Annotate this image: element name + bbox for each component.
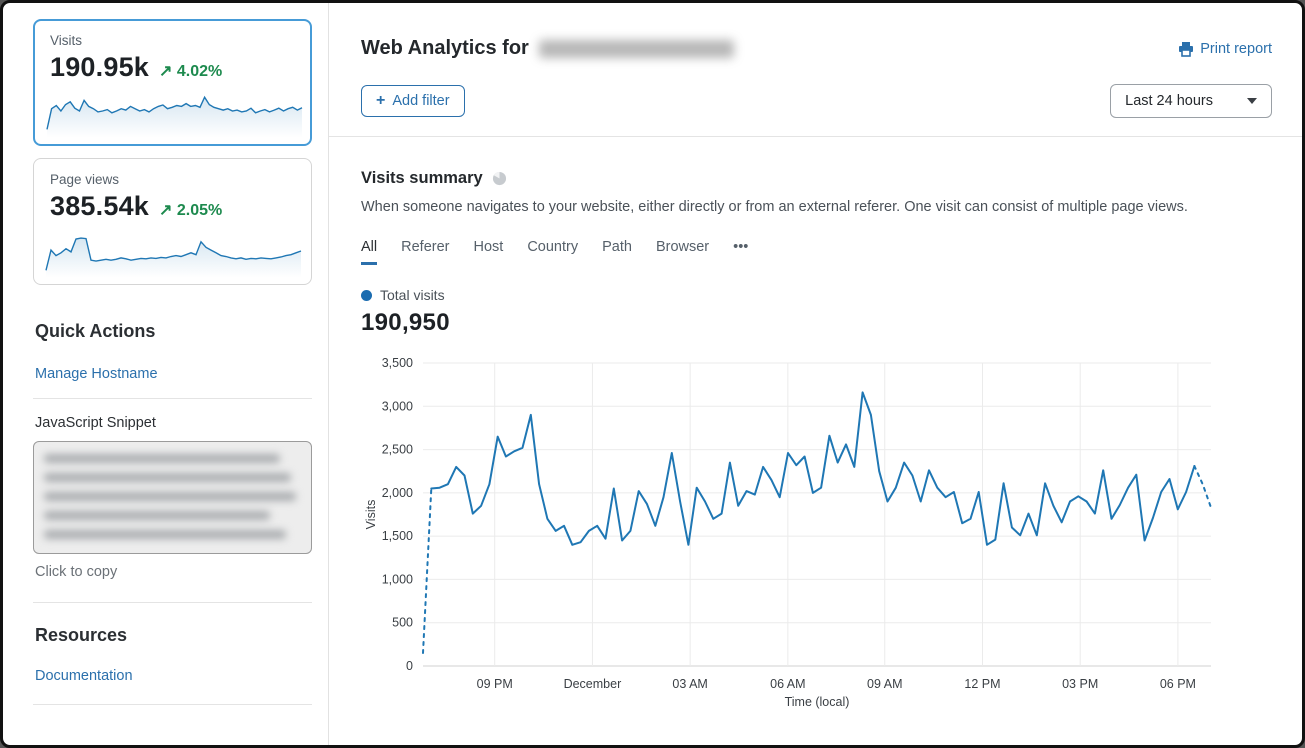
main-content: Web Analytics for Print report + Add fil…	[328, 3, 1302, 745]
redacted-domain-name	[539, 40, 734, 58]
metric-label: Visits	[50, 33, 295, 48]
total-visits-value: 190,950	[361, 309, 1272, 337]
svg-text:09 AM: 09 AM	[867, 677, 902, 691]
tab-host[interactable]: Host	[473, 239, 503, 265]
metric-value: 385.54k	[50, 191, 149, 222]
line-chart-svg: 0 500 1,000 1,500 2,000 2,500 3,000 3,500 09 PM D…	[361, 353, 1279, 709]
tab-referer[interactable]: Referer	[401, 239, 449, 265]
tab-browser[interactable]: Browser	[656, 239, 709, 265]
svg-text:03 PM: 03 PM	[1062, 677, 1098, 691]
svg-text:1,500: 1,500	[382, 529, 413, 543]
redacted-code-line	[44, 454, 280, 463]
svg-text:2,000: 2,000	[382, 486, 413, 500]
documentation-link[interactable]: Documentation	[35, 668, 312, 684]
redacted-code-line	[44, 530, 286, 539]
page-views-sparkline-chart	[44, 222, 303, 278]
tab-country[interactable]: Country	[527, 239, 578, 265]
svg-text:3,500: 3,500	[382, 356, 413, 370]
javascript-snippet-code-box[interactable]	[33, 441, 312, 554]
svg-text:03 AM: 03 AM	[672, 677, 707, 691]
svg-text:1,000: 1,000	[382, 572, 413, 586]
tab-[interactable]: •••	[733, 239, 748, 265]
svg-text:500: 500	[392, 616, 413, 630]
time-range-value: Last 24 hours	[1125, 93, 1213, 109]
resources-heading: Resources	[35, 625, 312, 646]
metric-card-visits[interactable]: Visits 190.95k ↗ 4.02%	[33, 19, 312, 146]
visits-line-chart: 0 500 1,000 1,500 2,000 2,500 3,000 3,500 09 PM D…	[361, 353, 1272, 714]
visits-sparkline-chart	[45, 82, 304, 138]
javascript-snippet-label: JavaScript Snippet	[35, 415, 312, 431]
click-to-copy-hint: Click to copy	[35, 564, 312, 580]
divider	[33, 602, 312, 603]
svg-text:3,000: 3,000	[382, 399, 413, 413]
divider	[329, 136, 1302, 137]
print-report-link[interactable]: Print report	[1178, 41, 1272, 57]
tab-all[interactable]: All	[361, 239, 377, 265]
metric-card-page-views[interactable]: Page views 385.54k ↗ 2.05%	[33, 158, 312, 285]
svg-text:Visits: Visits	[364, 500, 378, 530]
visits-summary-description: When someone navigates to your website, …	[361, 199, 1272, 215]
trend-up-icon: ↗	[159, 202, 172, 219]
web-analytics-page: Visits 190.95k ↗ 4.02% Page views 385.54…	[0, 0, 1305, 748]
visits-summary-heading: Visits summary	[361, 169, 483, 188]
trend-up-icon: ↗	[159, 63, 172, 80]
svg-text:06 PM: 06 PM	[1160, 677, 1196, 691]
dimension-tabs: All Referer Host Country Path Browser •••	[361, 239, 1272, 265]
metric-value: 190.95k	[50, 52, 149, 83]
svg-text:06 AM: 06 AM	[770, 677, 805, 691]
svg-text:12 PM: 12 PM	[964, 677, 1000, 691]
divider	[33, 398, 312, 399]
svg-text:09 PM: 09 PM	[477, 677, 513, 691]
metric-change: ↗ 4.02%	[159, 61, 222, 81]
redacted-code-line	[44, 473, 291, 482]
svg-text:2,500: 2,500	[382, 443, 413, 457]
redacted-code-line	[44, 511, 270, 520]
add-filter-button[interactable]: + Add filter	[361, 85, 465, 117]
divider	[33, 704, 312, 705]
page-title: Web Analytics for	[361, 37, 529, 60]
svg-text:December: December	[564, 677, 622, 691]
sidebar: Visits 190.95k ↗ 4.02% Page views 385.54…	[3, 3, 328, 745]
legend-label: Total visits	[380, 287, 445, 303]
printer-icon	[1178, 41, 1194, 57]
manage-hostname-link[interactable]: Manage Hostname	[35, 366, 312, 382]
chevron-down-icon	[1247, 98, 1257, 104]
svg-text:0: 0	[406, 659, 413, 673]
time-range-dropdown[interactable]: Last 24 hours	[1110, 84, 1272, 118]
metric-label: Page views	[50, 172, 295, 187]
svg-text:Time (local): Time (local)	[785, 695, 850, 709]
tab-path[interactable]: Path	[602, 239, 632, 265]
pie-chart-help-icon[interactable]	[492, 171, 507, 186]
legend-dot-icon	[361, 290, 372, 301]
metric-change: ↗ 2.05%	[159, 200, 222, 220]
quick-actions-heading: Quick Actions	[35, 321, 312, 342]
plus-icon: +	[376, 92, 385, 110]
redacted-code-line	[44, 492, 296, 501]
